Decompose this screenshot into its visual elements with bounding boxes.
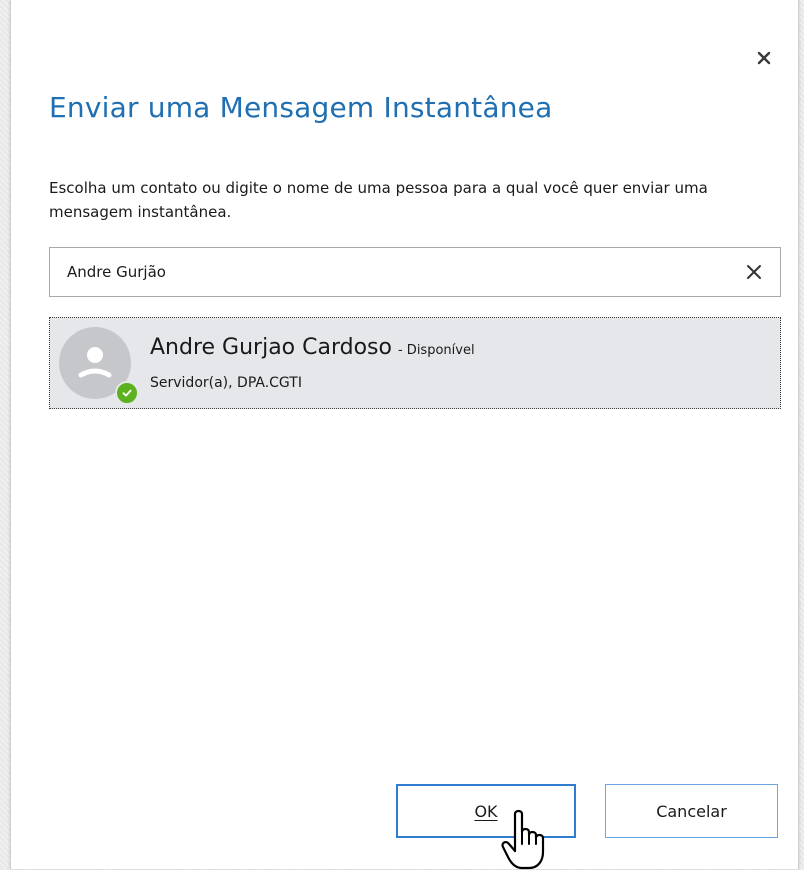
- ok-button-label: OK: [474, 801, 498, 821]
- ok-button[interactable]: OK: [396, 784, 576, 838]
- contact-title: Servidor(a), DPA.CGTI: [150, 375, 302, 391]
- close-button[interactable]: [752, 46, 776, 70]
- contact-search-input[interactable]: [67, 248, 707, 296]
- dialog-title: Enviar uma Mensagem Instantânea: [49, 91, 553, 124]
- clear-icon: [747, 265, 761, 279]
- contact-name: Andre Gurjao Cardoso: [150, 335, 392, 360]
- contact-status: - Disponível: [397, 343, 475, 358]
- cancel-button[interactable]: Cancelar: [605, 784, 778, 838]
- search-box: [49, 247, 781, 297]
- clear-search-button[interactable]: [742, 260, 766, 284]
- contact-result-item[interactable]: Andre Gurjao Cardoso - Disponível Servido…: [49, 317, 781, 409]
- send-im-dialog: Enviar uma Mensagem Instantânea Escolha …: [10, 0, 799, 870]
- presence-available-icon: [115, 381, 139, 405]
- contact-name-line: Andre Gurjao Cardoso - Disponível: [150, 335, 475, 360]
- instructions-text: Escolha um contato ou digite o nome de u…: [49, 179, 708, 221]
- close-icon: [757, 51, 771, 65]
- avatar: [59, 327, 139, 405]
- cancel-button-label: Cancelar: [656, 801, 727, 821]
